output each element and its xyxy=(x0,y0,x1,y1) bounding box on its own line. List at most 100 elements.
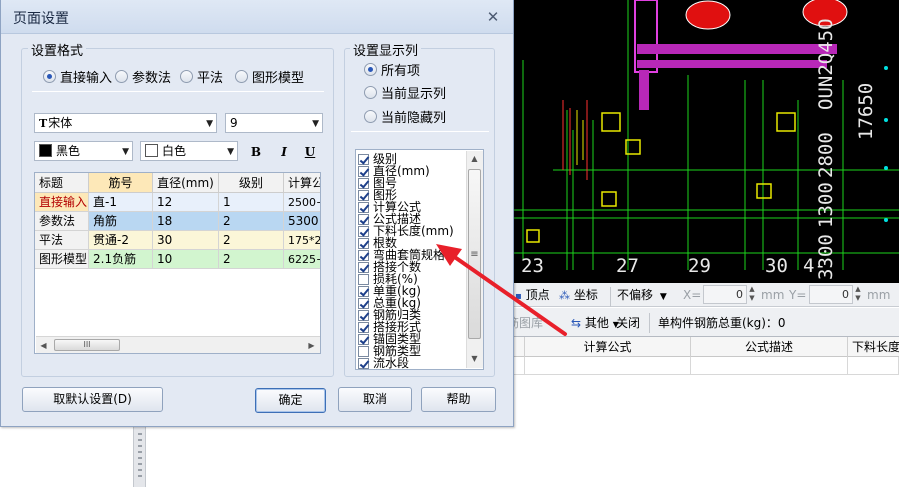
background-color-select[interactable]: 白色 ▼ xyxy=(140,141,238,161)
preview-header-diameter: 直径(mm) xyxy=(153,173,219,193)
drawing-toolbar: ▪ 顶点 ⁂ 坐标 不偏移 ▼ X= 0 ▲ ▼ mm Y= 0 ▲ ▼ mm xyxy=(513,283,899,307)
display-columns-checklist[interactable]: 级别 直径(mm) 图号 图形 计算公式 公式描述 下料长度(mm) 根数 弯曲… xyxy=(355,149,484,370)
preview-cell: 2 xyxy=(219,212,284,231)
checkbox[interactable] xyxy=(358,321,369,333)
checkbox[interactable] xyxy=(358,357,369,369)
radio-current-hidden-columns[interactable]: 当前隐藏列 xyxy=(364,108,446,126)
preview-cell: 2 xyxy=(219,250,284,269)
color-swatch-black xyxy=(39,144,52,157)
grid-cell[interactable] xyxy=(525,357,691,375)
toolbar-separator xyxy=(610,287,611,307)
dialog-title: 页面设置 xyxy=(13,11,69,27)
underline-button[interactable]: U xyxy=(301,144,319,160)
checkbox[interactable] xyxy=(358,153,369,165)
help-button[interactable]: 帮助 xyxy=(421,387,496,412)
radio-all-items[interactable]: 所有项 xyxy=(364,61,420,79)
grid-header-formula-desc[interactable]: 公式描述 xyxy=(691,337,848,357)
axis-label-30: 30 xyxy=(765,255,788,277)
scroll-down-icon[interactable]: ▼ xyxy=(467,351,482,366)
scroll-left-icon[interactable]: ◀ xyxy=(36,338,51,353)
close-icon[interactable]: ✕ xyxy=(485,10,501,26)
checkbox[interactable] xyxy=(358,285,369,297)
preview-cell: 18 xyxy=(153,212,219,231)
column-checkbox-flow-section[interactable]: 流水段 xyxy=(358,357,409,369)
checkbox[interactable] xyxy=(358,213,369,225)
coordinate-button[interactable]: ⁂ 坐标 xyxy=(559,287,598,304)
preview-row-title: 图形模型 xyxy=(35,250,89,269)
other-icon: ⇆ xyxy=(571,316,582,330)
other-menu-button[interactable]: ⇆ 其他 ▼ xyxy=(571,315,619,332)
radio-direct-input[interactable]: 直接输入 xyxy=(43,68,112,86)
dialog-titlebar[interactable]: 页面设置 ✕ xyxy=(1,0,513,34)
y-spinner[interactable]: ▲ ▼ xyxy=(853,285,863,304)
rebar-grid: 计算公式 公式描述 下料长度 xyxy=(513,337,899,487)
axis-label-27: 27 xyxy=(616,255,639,277)
offset-select[interactable]: 不偏移 ▼ xyxy=(617,287,667,304)
radio-parameter-method[interactable]: 参数法 xyxy=(115,68,171,86)
grip-dot xyxy=(138,451,142,453)
preview-cell: 1 xyxy=(219,193,284,212)
x-coordinate-input[interactable]: 0 xyxy=(703,285,747,304)
preview-horizontal-scrollbar[interactable]: ◀ III ▶ xyxy=(36,336,320,353)
chevron-down-icon: ▼ xyxy=(206,119,213,129)
preview-cell: 2.1负筋 xyxy=(89,250,153,269)
checkbox[interactable] xyxy=(358,297,369,309)
preview-cell: 2500+2 xyxy=(284,193,320,212)
italic-button[interactable]: I xyxy=(275,144,293,160)
checkbox[interactable] xyxy=(358,225,369,237)
grid-header: 计算公式 公式描述 下料长度 xyxy=(513,337,899,357)
preview-cell: 直-1 xyxy=(89,193,153,212)
checkbox[interactable] xyxy=(358,177,369,189)
radio-graphic-model[interactable]: 图形模型 xyxy=(235,68,304,86)
vertex-button[interactable]: ▪ 顶点 xyxy=(515,287,550,304)
dimension-label: 17650 xyxy=(855,82,877,140)
radio-dot xyxy=(364,109,377,123)
grip-dot xyxy=(138,475,142,477)
dimension-label: 2800 xyxy=(815,132,837,178)
cad-drawing-canvas[interactable]: 23 27 29 30 4- OUN2Q45O 17650 2800 1300 … xyxy=(513,0,899,283)
coordinate-icon: ⁂ xyxy=(559,289,570,302)
radio-current-shown-columns[interactable]: 当前显示列 xyxy=(364,84,446,102)
checkbox[interactable] xyxy=(358,189,369,201)
scrollbar-thumb[interactable]: ≡ xyxy=(468,169,481,339)
format-preview-table[interactable]: 标题 筋号 直径(mm) 级别 计算公式 直接输入 直-1 12 1 2500+… xyxy=(34,172,321,354)
grid-cell[interactable] xyxy=(848,357,899,375)
grid-header-cut-length[interactable]: 下料长度 xyxy=(848,337,899,357)
radio-dot xyxy=(115,69,128,83)
font-name-select[interactable]: T宋体 ▼ xyxy=(34,113,217,133)
preview-row-title: 参数法 xyxy=(35,212,89,231)
table-row[interactable] xyxy=(513,357,899,375)
scroll-right-icon[interactable]: ▶ xyxy=(304,338,319,353)
text-color-select[interactable]: 黑色 ▼ xyxy=(34,141,133,161)
splitter-handle[interactable] xyxy=(133,427,146,487)
grip-dot xyxy=(138,433,142,435)
scrollbar-thumb[interactable]: III xyxy=(54,339,120,351)
format-group-legend: 设置格式 xyxy=(28,40,87,59)
checklist-vertical-scrollbar[interactable]: ▲ ≡ ▼ xyxy=(466,151,483,368)
checkbox[interactable] xyxy=(358,249,369,261)
grip-dot xyxy=(138,457,142,459)
default-settings-button[interactable]: 取默认设置(D) xyxy=(22,387,163,412)
grid-cell[interactable] xyxy=(691,357,848,375)
grid-header-formula[interactable]: 计算公式 xyxy=(525,337,691,357)
radio-flat-method[interactable]: 平法 xyxy=(180,68,223,86)
y-coordinate-input[interactable]: 0 xyxy=(809,285,853,304)
bold-button[interactable]: B xyxy=(247,144,265,160)
checkbox[interactable] xyxy=(358,165,369,177)
dimension-label: 1300 xyxy=(815,182,837,228)
checkbox[interactable] xyxy=(358,261,369,273)
close-button[interactable]: 关闭 xyxy=(616,315,640,332)
checkbox[interactable] xyxy=(358,309,369,321)
x-spinner[interactable]: ▲ ▼ xyxy=(747,285,757,304)
grip-dot xyxy=(138,469,142,471)
checkbox[interactable] xyxy=(358,201,369,213)
ok-button[interactable]: 确定 xyxy=(255,388,326,413)
scroll-up-icon[interactable]: ▲ xyxy=(467,151,482,166)
grid-cell[interactable] xyxy=(513,357,525,375)
checkbox[interactable] xyxy=(358,345,369,357)
checkbox[interactable] xyxy=(358,237,369,249)
font-size-select[interactable]: 9 ▼ xyxy=(225,113,323,133)
cancel-button[interactable]: 取消 xyxy=(338,387,412,412)
checkbox[interactable] xyxy=(358,273,369,285)
checkbox[interactable] xyxy=(358,333,369,345)
